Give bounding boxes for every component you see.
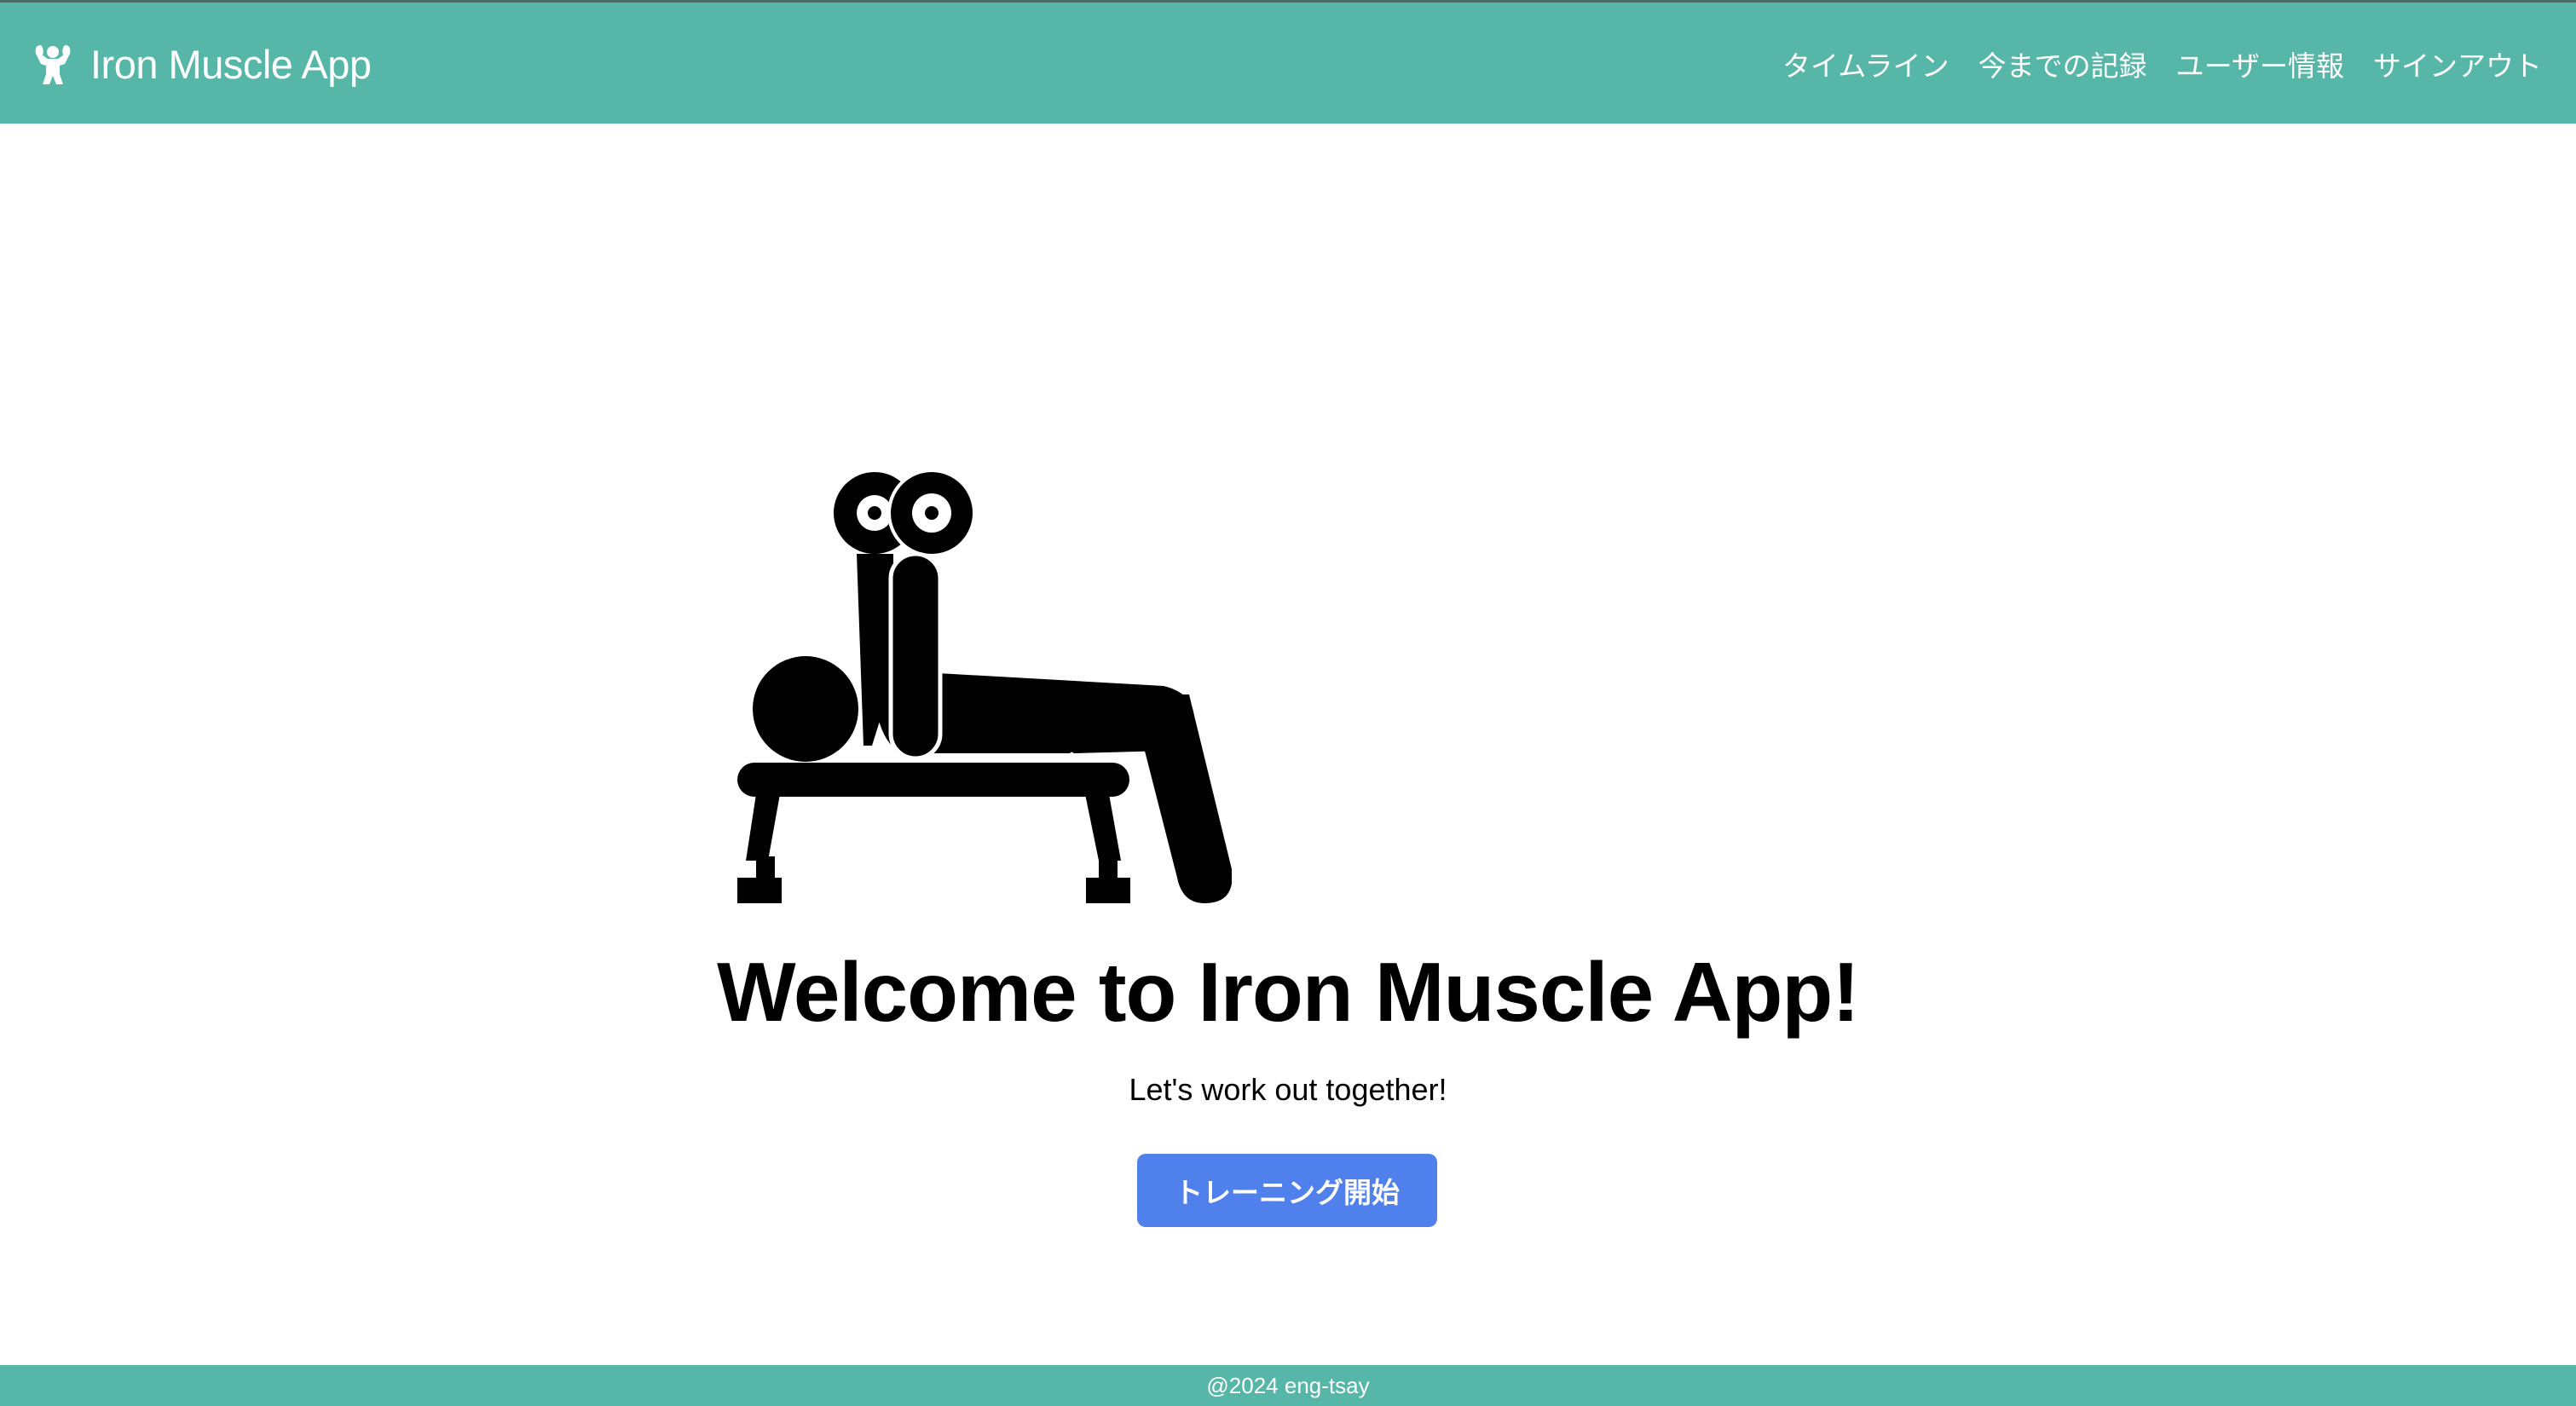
nav-links: タイムライン 今までの記録 ユーザー情報 サインアウト [1782, 37, 2542, 91]
bench-press-icon [737, 469, 1232, 903]
welcome-subtitle: Let's work out together! [1129, 1072, 1447, 1107]
brand-title: Iron Muscle App [90, 41, 372, 87]
nav-link-sign-out[interactable]: サインアウト [2373, 43, 2542, 84]
nav-link-timeline[interactable]: タイムライン [1782, 43, 1949, 84]
nav-link-user-info[interactable]: ユーザー情報 [2176, 43, 2344, 84]
flexing-muscle-icon [35, 45, 71, 84]
nav-link-records[interactable]: 今までの記録 [1978, 43, 2147, 84]
copyright-text: @2024 eng-tsay [1206, 1372, 1370, 1398]
welcome-title: Welcome to Iron Muscle App! [717, 945, 1860, 1039]
footer: @2024 eng-tsay [0, 1365, 2576, 1406]
navbar: Iron Muscle App タイムライン 今までの記録 ユーザー情報 サイン… [0, 0, 2576, 124]
brand-link[interactable]: Iron Muscle App [32, 37, 372, 91]
start-training-button[interactable]: トレーニング開始 [1137, 1154, 1437, 1227]
